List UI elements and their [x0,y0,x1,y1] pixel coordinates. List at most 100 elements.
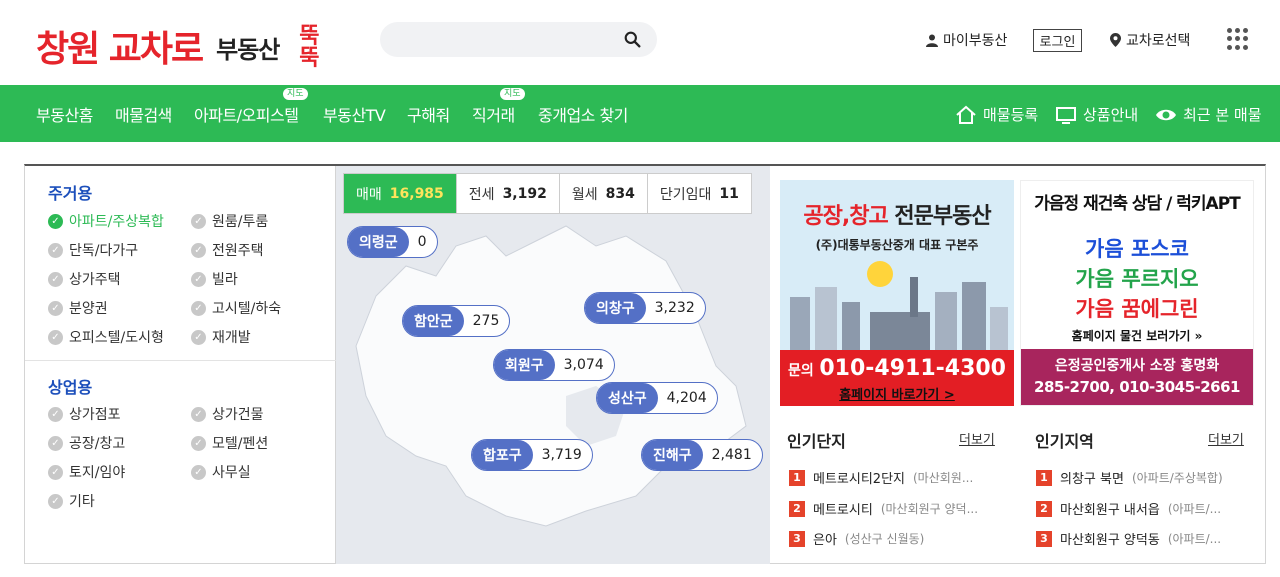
tab-label: 전세 [468,186,495,203]
category-item[interactable]: ✓ 기타 [48,491,95,511]
login-button[interactable]: 로그인 [1033,29,1082,52]
category-item[interactable]: ✓ 모텔/펜션 [191,433,268,453]
select-region-label: 교차로선택 [1126,33,1191,49]
check-icon: ✓ [48,271,63,287]
tab-count: 11 [719,185,739,202]
category-item[interactable]: ✓ 토지/임야 [48,462,125,482]
tab-short-term[interactable]: 단기임대 11 [648,174,751,213]
ad2-link[interactable]: 홈페이지 물건 보러가기 » [1021,327,1253,344]
ad1-link[interactable]: 홈페이지 바로가기 > [780,384,1014,403]
region-count: 275 [472,313,500,329]
region-pill-hoewon[interactable]: 회원구 3,074 [493,349,615,381]
category-item[interactable]: ✓ 상가건물 [191,404,264,424]
item-name: 마산회원구 양덕동 [1060,533,1160,548]
check-icon: ✓ [48,435,63,451]
category-item[interactable]: ✓ 사무실 [191,462,251,482]
nav-direct-trade-map-badge: 지도 [500,88,525,100]
ad2-line-1: 가음 포스코 [1085,237,1189,261]
list-item[interactable]: 3 은아 (성산구 신월동) [789,529,924,548]
category-item[interactable]: ✓ 아파트/주상복합 [48,211,164,231]
region-count: 0 [417,234,427,250]
check-icon: ✓ [191,271,206,287]
category-item[interactable]: ✓ 재개발 [191,327,251,347]
check-icon: ✓ [48,464,63,480]
main-panel: 주거용 ✓ 아파트/주상복합 ✓ 원룸/투룸 ✓ 단독/다가구 ✓ 전원주택 ✓ 상가주택… [24,164,1266,564]
check-icon: ✓ [191,406,206,422]
ad1-title-dark: 전문부동산 [894,204,991,229]
category-label: 재개발 [212,330,251,346]
region-pill-happo[interactable]: 합포구 3,719 [471,439,593,471]
popular-area-more-link[interactable]: 더보기 [1208,429,1244,448]
item-sub: (아파트/... [1167,502,1222,516]
list-item[interactable]: 3 마산회원구 양덕동 (아파트/... [1036,529,1221,548]
ad-banner-reconstruction[interactable]: 가음정 재건축 상담 / 럭키APT 가음 포스코 가음 푸르지오 가음 꿈에그… [1020,180,1254,406]
deal-type-tabs: 매매 16,985 전세 3,192 월세 834 단기임대 11 [343,173,752,214]
nav-home[interactable]: 부동산홈 [36,102,93,148]
search-icon[interactable] [624,31,641,48]
tab-monthly[interactable]: 월세 834 [560,174,648,213]
nav-find-for-me[interactable]: 구해줘 [407,102,450,126]
popular-complex-title: 인기단지 [787,432,846,451]
category-item[interactable]: ✓ 분양권 [48,298,108,318]
tab-jeonse[interactable]: 전세 3,192 [457,174,560,213]
category-item[interactable]: ✓ 단독/다가구 [48,240,138,260]
list-item[interactable]: 2 메트로시티 (마산회원구 양덕... [789,499,978,518]
nav-direct-trade[interactable]: 직거래 [472,102,515,126]
category-item[interactable]: ✓ 공장/창고 [48,433,125,453]
recent-listings-link[interactable]: 최근 본 매물 [1155,104,1262,125]
ad1-sub: (주)대통부동산중개 대표 구본주 [815,238,979,252]
region-pill-uichang[interactable]: 의창구 3,232 [584,292,706,324]
list-item[interactable]: 2 마산회원구 내서읍 (아파트/... [1036,499,1221,518]
popular-complex-more-link[interactable]: 더보기 [959,429,995,448]
region-pill-haman[interactable]: 함안군 275 [402,305,511,337]
nav-apartment[interactable]: 아파트/오피스텔 [194,102,299,126]
all-menu-icon[interactable] [1227,28,1248,50]
tab-label: 단기임대 [659,186,712,203]
location-pin-icon [1110,33,1121,47]
nav-search[interactable]: 매물검색 [115,102,172,126]
rank-badge: 3 [789,530,805,547]
region-pill-jinhae[interactable]: 진해구 2,481 [641,439,763,471]
ad2-title: 가음정 재건축 상담 / 럭키APT [1034,194,1241,214]
region-pill-seongsan[interactable]: 성산구 4,204 [596,382,718,414]
region-count: 3,719 [541,447,582,463]
product-info-link[interactable]: 상품안내 [1055,104,1138,125]
nav-find-agency[interactable]: 중개업소 찾기 [538,102,628,126]
rank-badge: 3 [1036,530,1052,547]
category-item[interactable]: ✓ 원룸/투룸 [191,211,268,231]
ad-banner-factory[interactable]: 공장,창고 전문부동산 (주)대통부동산중개 대표 구본주 문의 010-491… [780,180,1014,406]
logo-ddeok-bottom: 뚝 [299,46,320,71]
category-label: 상가점포 [69,407,121,423]
region-pill-uiryeong[interactable]: 의령군 0 [347,226,438,258]
home-icon [956,105,976,124]
category-item[interactable]: ✓ 고시텔/하숙 [191,298,281,318]
select-region-link[interactable]: 교차로선택 [1110,30,1190,50]
logo-text-dark: 부동산 [216,36,280,64]
region-name: 회원구 [494,350,555,380]
category-item[interactable]: ✓ 전원주택 [191,240,264,260]
check-icon: ✓ [191,435,206,451]
ad2-contact-box: 은정공인중개사 소장 홍명화 285-2700, 010-3045-2661 [1021,349,1253,405]
region-count: 2,481 [711,447,752,463]
register-listing-link[interactable]: 매물등록 [955,104,1038,125]
category-item[interactable]: ✓ 상가점포 [48,404,121,424]
nav-realty-tv[interactable]: 부동산TV [323,102,386,126]
tab-sale[interactable]: 매매 16,985 [344,174,457,213]
nav-apartment-map-badge: 지도 [283,88,308,100]
region-name: 함안군 [403,306,464,336]
search-input[interactable] [380,22,657,57]
category-item[interactable]: ✓ 오피스텔/도시형 [48,327,164,347]
category-item[interactable]: ✓ 빌라 [191,269,238,289]
item-sub: (성산구 신월동) [844,532,925,546]
list-item[interactable]: 1 메트로시티2단지 (마산회원... [789,468,973,487]
popular-area-title: 인기지역 [1035,432,1094,451]
ad1-phone-prefix: 문의 [788,363,814,379]
my-realty-link[interactable]: 마이부동산 [926,30,1007,50]
check-icon: ✓ [191,300,206,316]
category-item[interactable]: ✓ 상가주택 [48,269,121,289]
list-item[interactable]: 1 의창구 북면 (아파트/주상복합) [1036,468,1223,487]
category-label: 모텔/펜션 [212,436,269,452]
item-sub: (마산회원구 양덕... [880,502,979,516]
check-icon: ✓ [191,329,206,345]
site-logo[interactable]: 창원 교차로 부동산 뚝 뚝 [36,18,327,70]
